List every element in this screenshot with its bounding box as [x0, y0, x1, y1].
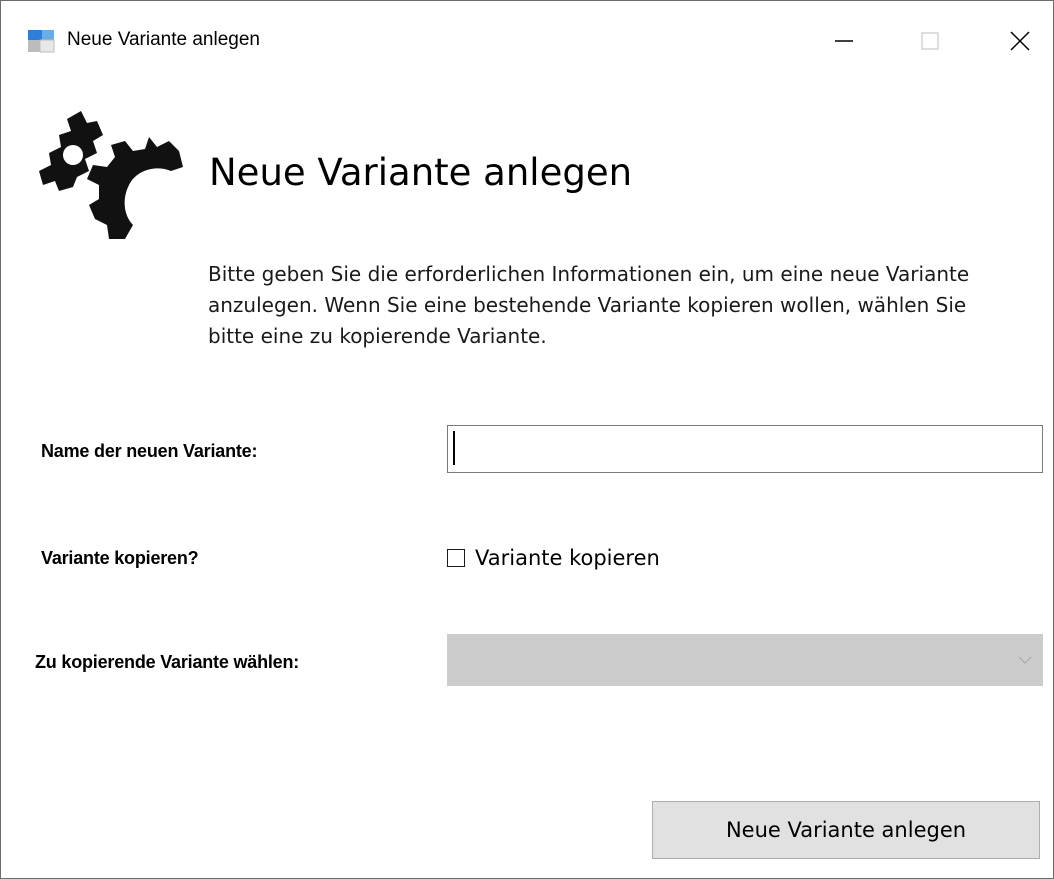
minimize-icon	[835, 40, 853, 42]
close-button[interactable]	[995, 17, 1045, 65]
source-variant-label: Zu kopierende Variante wählen:	[35, 652, 300, 672]
dialog-heading: Neue Variante anlegen	[209, 151, 633, 194]
chevron-down-icon	[1018, 656, 1032, 664]
maximize-icon	[921, 32, 939, 50]
variant-name-input[interactable]	[447, 425, 1043, 473]
app-window-icon	[28, 30, 55, 53]
copy-variant-checkbox[interactable]: Variante kopieren	[447, 543, 660, 573]
checkbox-box[interactable]	[447, 549, 465, 567]
name-label: Name der neuen Variante:	[41, 441, 258, 461]
maximize-button[interactable]	[905, 17, 955, 65]
create-variant-button[interactable]: Neue Variante anlegen	[652, 801, 1040, 859]
minimize-button[interactable]	[819, 17, 869, 65]
copy-variant-checkbox-label[interactable]: Variante kopieren	[475, 546, 660, 570]
window-title: Neue Variante anlegen	[67, 29, 260, 50]
gears-icon	[39, 111, 183, 239]
text-caret	[453, 431, 455, 465]
close-icon	[1010, 31, 1030, 51]
copy-label: Variante kopieren?	[41, 548, 199, 568]
source-variant-select[interactable]	[447, 634, 1043, 686]
dialog-window: Neue Variante anlegen Neue Variante anle…	[0, 0, 1054, 879]
dialog-description: Bitte geben Sie die erforderlichen Infor…	[208, 262, 970, 348]
title-bar[interactable]: Neue Variante anlegen	[1, 1, 1053, 81]
